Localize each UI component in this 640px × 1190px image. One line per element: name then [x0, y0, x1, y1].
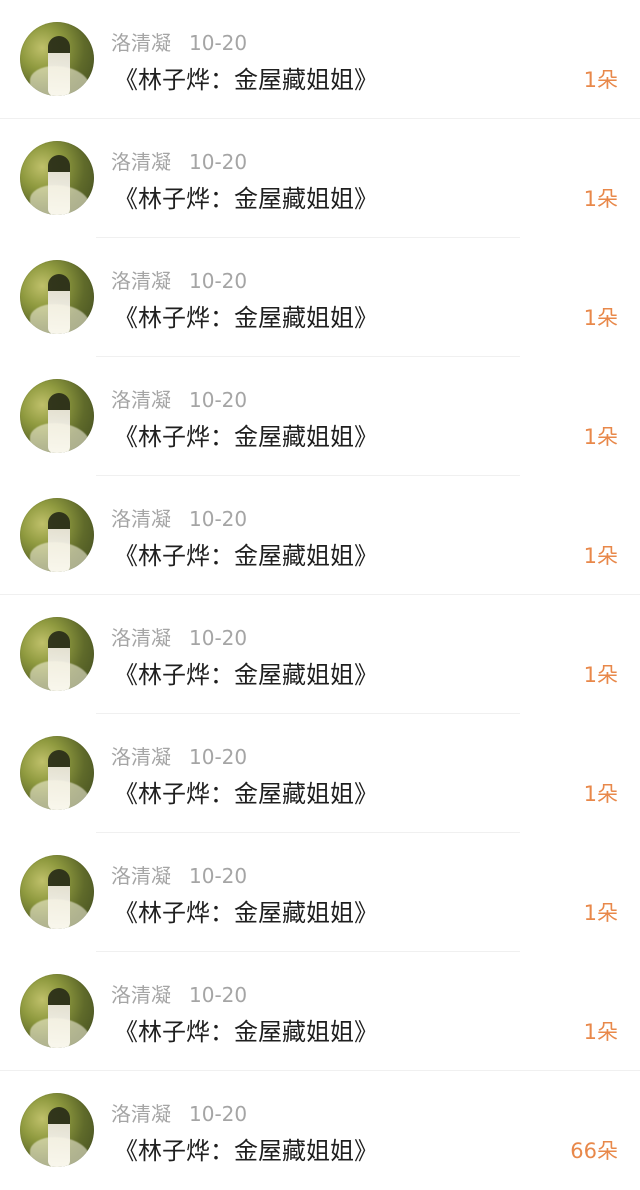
avatar[interactable]: [20, 141, 94, 215]
avatar[interactable]: [20, 260, 94, 334]
username[interactable]: 洛清凝: [111, 507, 171, 531]
flower-count: 1朵: [583, 663, 618, 687]
date: 10-20: [189, 626, 248, 650]
list-item[interactable]: 洛清凝 10-20 《林子烨：金屋藏姐姐》 1朵: [0, 952, 640, 1071]
meta-line: 洛清凝 10-20: [111, 863, 247, 889]
avatar[interactable]: [20, 855, 94, 929]
date: 10-20: [189, 31, 248, 55]
date: 10-20: [189, 269, 248, 293]
book-title[interactable]: 《林子烨：金屋藏姐姐》: [114, 64, 378, 96]
username[interactable]: 洛清凝: [111, 388, 171, 412]
book-title[interactable]: 《林子烨：金屋藏姐姐》: [114, 1016, 378, 1048]
meta-line: 洛清凝 10-20: [111, 625, 247, 651]
book-title[interactable]: 《林子烨：金屋藏姐姐》: [114, 421, 378, 453]
meta-line: 洛清凝 10-20: [111, 387, 247, 413]
book-title[interactable]: 《林子烨：金屋藏姐姐》: [114, 540, 378, 572]
username[interactable]: 洛清凝: [111, 745, 171, 769]
list-item[interactable]: 洛清凝 10-20 《林子烨：金屋藏姐姐》 1朵: [0, 119, 640, 238]
username[interactable]: 洛清凝: [111, 1102, 171, 1126]
username[interactable]: 洛清凝: [111, 150, 171, 174]
flower-count: 1朵: [583, 306, 618, 330]
list-item[interactable]: 洛清凝 10-20 《林子烨：金屋藏姐姐》 66朵: [0, 1071, 640, 1190]
flower-count: 1朵: [583, 187, 618, 211]
flower-count: 1朵: [583, 544, 618, 568]
meta-line: 洛清凝 10-20: [111, 982, 247, 1008]
date: 10-20: [189, 745, 248, 769]
date: 10-20: [189, 864, 248, 888]
username[interactable]: 洛清凝: [111, 626, 171, 650]
avatar[interactable]: [20, 736, 94, 810]
flower-count: 66朵: [570, 1139, 618, 1163]
avatar[interactable]: [20, 22, 94, 96]
date: 10-20: [189, 983, 248, 1007]
book-title[interactable]: 《林子烨：金屋藏姐姐》: [114, 302, 378, 334]
book-title[interactable]: 《林子烨：金屋藏姐姐》: [114, 659, 378, 691]
avatar[interactable]: [20, 498, 94, 572]
list-item[interactable]: 洛清凝 10-20 《林子烨：金屋藏姐姐》 1朵: [0, 833, 640, 952]
list-item[interactable]: 洛清凝 10-20 《林子烨：金屋藏姐姐》 1朵: [0, 0, 640, 119]
username[interactable]: 洛清凝: [111, 983, 171, 1007]
list-item[interactable]: 洛清凝 10-20 《林子烨：金屋藏姐姐》 1朵: [0, 595, 640, 714]
book-title[interactable]: 《林子烨：金屋藏姐姐》: [114, 183, 378, 215]
flower-count: 1朵: [583, 782, 618, 806]
gift-record-list: 洛清凝 10-20 《林子烨：金屋藏姐姐》 1朵 洛清凝 10-20 《林子烨：金屋…: [0, 0, 640, 1188]
avatar[interactable]: [20, 1093, 94, 1167]
book-title[interactable]: 《林子烨：金屋藏姐姐》: [114, 1135, 378, 1167]
list-item[interactable]: 洛清凝 10-20 《林子烨：金屋藏姐姐》 1朵: [0, 357, 640, 476]
list-item[interactable]: 洛清凝 10-20 《林子烨：金屋藏姐姐》 1朵: [0, 476, 640, 595]
meta-line: 洛清凝 10-20: [111, 268, 247, 294]
book-title[interactable]: 《林子烨：金屋藏姐姐》: [114, 897, 378, 929]
meta-line: 洛清凝 10-20: [111, 149, 247, 175]
date: 10-20: [189, 507, 248, 531]
date: 10-20: [189, 150, 248, 174]
avatar[interactable]: [20, 379, 94, 453]
book-title[interactable]: 《林子烨：金屋藏姐姐》: [114, 778, 378, 810]
meta-line: 洛清凝 10-20: [111, 744, 247, 770]
meta-line: 洛清凝 10-20: [111, 506, 247, 532]
flower-count: 1朵: [583, 68, 618, 92]
meta-line: 洛清凝 10-20: [111, 30, 247, 56]
avatar[interactable]: [20, 974, 94, 1048]
username[interactable]: 洛清凝: [111, 864, 171, 888]
flower-count: 1朵: [583, 901, 618, 925]
flower-count: 1朵: [583, 1020, 618, 1044]
list-item[interactable]: 洛清凝 10-20 《林子烨：金屋藏姐姐》 1朵: [0, 714, 640, 833]
flower-count: 1朵: [583, 425, 618, 449]
date: 10-20: [189, 388, 248, 412]
list-item[interactable]: 洛清凝 10-20 《林子烨：金屋藏姐姐》 1朵: [0, 238, 640, 357]
avatar[interactable]: [20, 617, 94, 691]
username[interactable]: 洛清凝: [111, 31, 171, 55]
date: 10-20: [189, 1102, 248, 1126]
username[interactable]: 洛清凝: [111, 269, 171, 293]
meta-line: 洛清凝 10-20: [111, 1101, 247, 1127]
